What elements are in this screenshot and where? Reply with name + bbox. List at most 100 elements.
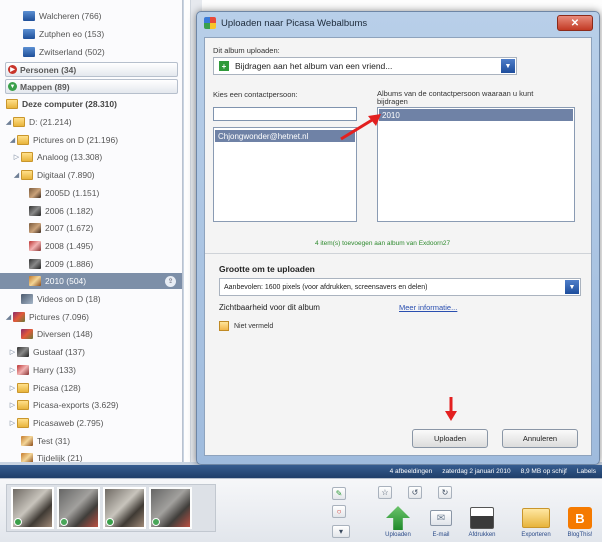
- clear-button[interactable]: ○: [332, 505, 346, 518]
- upload-badge-icon: [106, 518, 114, 526]
- contact-list[interactable]: Chjongwonder@hetnet.nl: [213, 127, 357, 222]
- dialog-titlebar[interactable]: Uploaden naar Picasa Webalbums ✕: [197, 12, 599, 34]
- blogger-icon[interactable]: B: [568, 507, 592, 529]
- expand-arrow-icon[interactable]: ▷: [8, 401, 17, 409]
- picasa-icon: [204, 17, 216, 29]
- upload-button[interactable]: Uploaden: [412, 429, 488, 448]
- plus-icon: +: [219, 61, 229, 71]
- close-button[interactable]: ✕: [557, 15, 593, 31]
- tray-thumbnail[interactable]: [11, 487, 54, 529]
- tree-folder-item[interactable]: ▷ Gustaaf (137): [0, 344, 182, 360]
- tray-thumbnail[interactable]: [103, 487, 146, 529]
- tray-thumbnail[interactable]: [57, 487, 100, 529]
- albums-list-item[interactable]: 2010: [379, 109, 573, 121]
- dialog-title: Uploaden naar Picasa Webalbums: [221, 17, 368, 29]
- tree-folder-item[interactable]: ◢ D: (21.214): [0, 114, 182, 130]
- tree-folder-item[interactable]: ▷ Picasa-exports (3.629): [0, 397, 182, 413]
- add-to-button[interactable]: ▾: [332, 525, 350, 538]
- collapse-icon: ▼: [8, 82, 17, 91]
- folder-icon: [17, 417, 29, 428]
- expand-arrow-icon[interactable]: ▷: [12, 153, 21, 161]
- tree-folder-item[interactable]: ◢ Pictures (7.096): [0, 309, 182, 325]
- upload-mini-icon[interactable]: ⇪: [165, 275, 176, 287]
- not-listed-label: Niet vermeld: [234, 323, 274, 330]
- rotate-right-icon: ↻: [441, 488, 449, 497]
- export-folder-icon[interactable]: [522, 508, 550, 528]
- tree-folder-label: 2007 (1.672): [45, 223, 94, 234]
- hold-button[interactable]: ✎: [332, 487, 346, 500]
- upload-badge-icon: [14, 518, 22, 526]
- red-arrow-annotation: [445, 397, 457, 421]
- tree-folder-item[interactable]: ▷ Harry (133): [0, 362, 182, 378]
- tree-folder-label: 2010 (504): [45, 276, 87, 287]
- tree-album-item[interactable]: Walcheren (766): [0, 8, 182, 24]
- expand-arrow-icon[interactable]: ▷: [8, 366, 17, 374]
- photo-folder-icon: [21, 435, 33, 446]
- size-dropdown[interactable]: Aanbevolen: 1600 pixels (voor afdrukken,…: [219, 278, 581, 296]
- expand-arrow-icon[interactable]: ▷: [8, 384, 17, 392]
- upload-icon[interactable]: [386, 506, 410, 530]
- tree-folder-item[interactable]: 2008 (1.495): [0, 238, 182, 254]
- chevron-down-icon: ▼: [565, 280, 579, 294]
- expand-arrow-icon[interactable]: ▷: [8, 348, 17, 356]
- collapse-arrow-icon[interactable]: ◢: [12, 171, 21, 179]
- rotate-left-button[interactable]: ↺: [408, 486, 422, 499]
- tray-thumbnail[interactable]: [149, 487, 192, 529]
- tree-folder-item-selected[interactable]: 2010 (504) ⇪: [0, 273, 182, 290]
- cancel-button[interactable]: Annuleren: [502, 429, 578, 448]
- tree-folder-label: Analoog (13.308): [37, 152, 103, 163]
- status-date: zaterdag 2 januari 2010: [442, 468, 511, 475]
- tree-folder-label: Picasa-exports (3.629): [33, 400, 119, 411]
- star-icon: ☆: [381, 488, 389, 497]
- tree-folder-item[interactable]: ▷ Picasaweb (2.795): [0, 415, 182, 431]
- tree-folder-item[interactable]: ▷ Picasa (128): [0, 380, 182, 396]
- tree-folder-item[interactable]: Tijdelijk (21): [0, 450, 182, 462]
- contact-label: Kies een contactpersoon:: [213, 90, 298, 99]
- tree-folder-item[interactable]: Test (31): [0, 433, 182, 449]
- rotate-right-button[interactable]: ↻: [438, 486, 452, 499]
- section-personen[interactable]: ▶ Personen (34): [5, 62, 178, 77]
- tree-folder-item[interactable]: ▷ Analoog (13.308): [0, 149, 182, 165]
- contact-list-item[interactable]: Chjongwonder@hetnet.nl: [215, 130, 355, 142]
- pin-icon: ✎: [335, 489, 343, 498]
- star-button[interactable]: ☆: [378, 486, 392, 499]
- tree-album-item[interactable]: Zutphen eo (153): [0, 26, 182, 42]
- contact-search-input[interactable]: [213, 107, 357, 121]
- tree-folder-label: Videos on D (18): [37, 294, 101, 304]
- collapse-arrow-icon[interactable]: ◢: [4, 118, 13, 126]
- tree-folder-label: Diversen (148): [37, 329, 93, 340]
- album-dropdown[interactable]: + Bijdragen aan het album van een vriend…: [213, 57, 517, 75]
- printer-icon[interactable]: [470, 507, 494, 529]
- section-mappen[interactable]: ▼ Mappen (89): [5, 79, 178, 94]
- expand-arrow-icon[interactable]: ▷: [8, 419, 17, 427]
- tree-folder-item[interactable]: Diversen (148): [0, 326, 182, 342]
- tree-folder-item[interactable]: 2007 (1.672): [0, 220, 182, 236]
- collapse-arrow-icon[interactable]: ◢: [8, 136, 17, 144]
- more-info-link[interactable]: Meer informatie...: [399, 303, 457, 312]
- tray-action-label: BlogThis!: [567, 532, 593, 538]
- status-disk: 8,9 MB op schijf: [520, 468, 567, 475]
- tree-folder-item[interactable]: 2009 (1.886): [0, 256, 182, 272]
- status-bar: 4 afbeeldingen zaterdag 2 januari 2010 8…: [0, 465, 602, 478]
- email-icon[interactable]: ✉: [430, 510, 452, 526]
- visibility-checkbox[interactable]: [219, 321, 229, 331]
- tree-folder-label: Gustaaf (137): [33, 347, 85, 358]
- albums-list[interactable]: 2010: [377, 107, 575, 222]
- tree-folder-item[interactable]: ◢ Pictures on D (21.196): [0, 132, 182, 148]
- folder-icon: [21, 152, 33, 163]
- tree-computer[interactable]: Deze computer (28.310): [0, 96, 182, 112]
- tree-folder-item[interactable]: Videos on D (18): [0, 291, 182, 307]
- tree-folder-item[interactable]: 2005D (1.151): [0, 185, 182, 201]
- tree-folder-item[interactable]: ◢ Digitaal (7.890): [0, 167, 182, 183]
- album-label: Dit album uploaden:: [213, 46, 280, 55]
- photo-folder-icon: [29, 223, 41, 234]
- tree-album-item[interactable]: Zwitserland (502): [0, 44, 182, 60]
- photo-folder-icon: [21, 329, 33, 340]
- clear-icon: ○: [336, 507, 342, 516]
- photo-folder-icon: [17, 364, 29, 375]
- tree-folder-label: Digitaal (7.890): [37, 170, 95, 181]
- album-icon: [23, 11, 35, 21]
- add-to-icon: ▾: [338, 527, 343, 536]
- tree-folder-item[interactable]: 2006 (1.182): [0, 203, 182, 219]
- collapse-arrow-icon[interactable]: ◢: [4, 313, 13, 321]
